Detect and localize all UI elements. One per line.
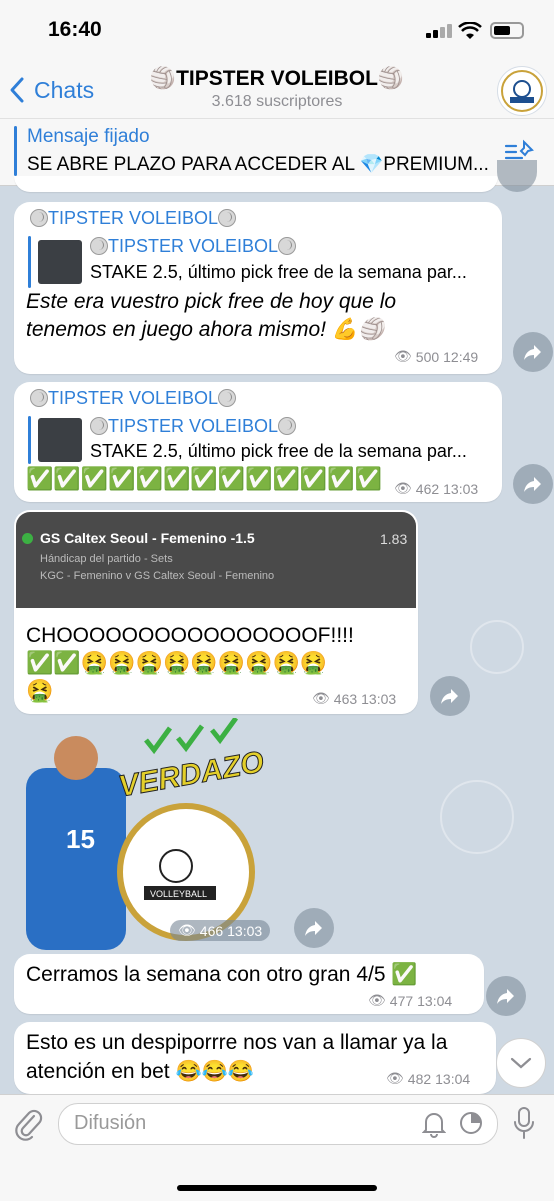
volleyball-icon [278, 237, 297, 255]
message-text: 🤮 [26, 678, 54, 703]
logo-text: VOLLEYBALL [150, 889, 207, 899]
input-placeholder: Difusión [74, 1112, 147, 1134]
eye-icon: 👁 [178, 922, 196, 938]
message-meta: 👁 462 13:03 [394, 480, 478, 497]
message-time: 13:04 [417, 992, 453, 1009]
view-count: 477 [389, 992, 414, 1009]
sticker-meta: 👁 466 13:03 [170, 920, 271, 941]
view-count: 463 [333, 690, 358, 707]
volleyball-icon [30, 209, 48, 227]
share-arrow-icon [305, 921, 322, 936]
pinned-label: Mensaje fijado [27, 126, 150, 147]
sender-name: TIPSTER VOLEIBOL [48, 208, 219, 228]
message-time: 13:03 [361, 690, 397, 707]
volleyball-icon [30, 389, 48, 407]
quote-thumbnail [38, 418, 82, 462]
view-count: 466 [199, 922, 224, 939]
view-count: 482 [407, 1070, 432, 1087]
view-count: 462 [415, 480, 440, 497]
share-arrow-icon [441, 689, 458, 704]
cellular-signal-icon [426, 24, 452, 38]
message-sender: TIPSTER VOLEIBOL [30, 388, 237, 409]
eye-icon: 👁 [394, 480, 412, 496]
bet-title: GS Caltex Seoul - Femenino -1.5 [40, 530, 255, 546]
quote-sender: TIPSTER VOLEIBOL [90, 236, 297, 257]
message-text: ✅✅🤮🤮🤮🤮🤮🤮🤮🤮🤮 [26, 650, 328, 675]
forward-button[interactable] [430, 676, 470, 716]
quote-sender: TIPSTER VOLEIBOL [90, 416, 297, 437]
check-circle-icon [22, 533, 33, 544]
message-sender: TIPSTER VOLEIBOL [30, 208, 237, 229]
background-pattern [470, 620, 524, 674]
bet-odds: 1.83 [380, 531, 408, 547]
eye-icon: 👁 [368, 992, 386, 1008]
message-bubble-partial [14, 176, 498, 192]
message-text: Esto es un despiporrre nos van a llamar … [26, 1031, 448, 1054]
volleyball-icon [218, 209, 237, 227]
pinned-text: SE ABRE PLAZO PARA ACCEDER AL 💎PREMIUM..… [27, 154, 489, 175]
forward-button[interactable] [294, 908, 334, 948]
bet-market: Hándicap del partido - Sets [40, 553, 173, 565]
subscriber-count: 3.618 suscriptores [211, 93, 343, 110]
message-text: Cerramos la semana con otro gran 4/5 ✅ [26, 963, 418, 986]
microphone-icon[interactable] [512, 1106, 536, 1142]
quote-sender-name: TIPSTER VOLEIBOL [108, 236, 279, 256]
wifi-icon [458, 22, 482, 39]
forward-button[interactable] [513, 332, 553, 372]
chevron-down-icon [510, 1057, 532, 1069]
message-time: 13:04 [435, 1070, 471, 1087]
battery-icon [490, 22, 524, 39]
forward-button[interactable] [513, 464, 553, 504]
message-time: 12:49 [443, 348, 479, 365]
quote-text: STAKE 2.5, último pick free de la semana… [90, 262, 467, 282]
volleyball-logo-icon [501, 70, 543, 112]
eye-icon: 👁 [394, 348, 412, 364]
quote-thumbnail [38, 240, 82, 284]
home-indicator [177, 1185, 377, 1191]
timer-icon[interactable] [458, 1110, 484, 1136]
message-meta: 👁 477 13:04 [368, 992, 452, 1009]
forward-button[interactable] [486, 976, 526, 1016]
quote-bar [28, 236, 31, 288]
share-arrow-icon [497, 989, 514, 1004]
share-arrow-icon [524, 345, 541, 360]
message-time: 13:03 [227, 922, 263, 939]
bell-icon[interactable] [422, 1110, 446, 1138]
quote-sender-name: TIPSTER VOLEIBOL [108, 416, 279, 436]
pinned-indicator [14, 126, 17, 176]
volleyball-icon [90, 417, 108, 435]
message-meta: 👁 500 12:49 [394, 348, 478, 365]
volleyball-icon [278, 417, 297, 435]
volleyball-icon [218, 389, 237, 407]
background-pattern [440, 780, 514, 854]
message-text: ✅✅✅✅✅✅✅✅✅✅✅✅✅ [26, 466, 383, 491]
message-text: Este era vuestro pick free de hoy que lo [26, 290, 397, 313]
volleyball-icon [90, 237, 108, 255]
message-text: tenemos en juego ahora mismo! 💪🏐 [26, 318, 385, 341]
bet-match: KGC - Femenino v GS Caltex Seoul - Femen… [40, 570, 275, 582]
share-arrow-icon [524, 477, 541, 492]
forward-button[interactable] [497, 160, 537, 192]
message-text: atención en bet 😂😂😂 [26, 1060, 254, 1083]
attach-icon[interactable] [14, 1108, 44, 1142]
quote-text: STAKE 2.5, último pick free de la semana… [90, 441, 467, 461]
quote-bar [28, 416, 31, 464]
view-count: 500 [415, 348, 440, 365]
message-meta: 👁 463 13:03 [312, 690, 396, 707]
message-meta: 👁 482 13:04 [386, 1070, 470, 1087]
player-number: 15 [66, 824, 95, 854]
sticker-image[interactable]: 15 VOLLEYBALL VERDAZO [26, 716, 286, 950]
status-time: 16:40 [48, 18, 102, 41]
eye-icon: 👁 [312, 690, 330, 706]
eye-icon: 👁 [386, 1070, 404, 1086]
sender-name: TIPSTER VOLEIBOL [48, 388, 219, 408]
scroll-down-button[interactable] [496, 1038, 546, 1088]
channel-avatar[interactable] [497, 66, 547, 116]
message-time: 13:03 [443, 480, 479, 497]
message-text: CHOOOOOOOOOOOOOOOOF!!!! [26, 624, 354, 647]
channel-title[interactable]: 🏐TIPSTER VOLEIBOL🏐 [0, 67, 554, 91]
